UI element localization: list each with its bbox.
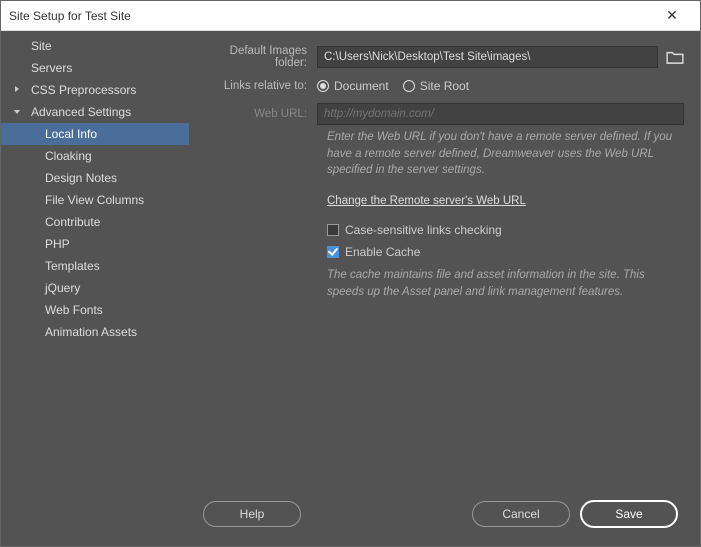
label-case-sensitive: Case-sensitive links checking [345, 223, 502, 237]
radio-site-root-label: Site Root [420, 79, 469, 93]
label-enable-cache: Enable Cache [345, 245, 420, 259]
sidebar-item-site[interactable]: Site [1, 35, 189, 57]
web-url-input [317, 103, 684, 125]
sidebar-item-contribute[interactable]: Contribute [1, 211, 189, 233]
radio-site-root[interactable]: Site Root [403, 79, 469, 93]
row-enable-cache: Enable Cache [197, 245, 684, 259]
change-remote-url-link[interactable]: Change the Remote server's Web URL [327, 195, 526, 207]
spacer [197, 314, 684, 496]
sidebar-item-servers[interactable]: Servers [1, 57, 189, 79]
radio-dot-icon [317, 80, 329, 92]
radio-document-label: Document [334, 79, 389, 93]
web-url-help-text: Enter the Web URL if you don't have a re… [197, 129, 684, 179]
links-relative-radios: Document Site Root [317, 79, 469, 93]
cache-help-text: The cache maintains file and asset infor… [197, 267, 684, 300]
sidebar: Site Servers CSS Preprocessors Advanced … [1, 31, 189, 546]
sidebar-item-templates[interactable]: Templates [1, 255, 189, 277]
row-web-url: Web URL: [197, 103, 684, 125]
close-icon[interactable]: ✕ [652, 7, 692, 24]
sidebar-item-cloaking[interactable]: Cloaking [1, 145, 189, 167]
row-default-images: Default Images folder: [197, 45, 684, 69]
checkbox-case-sensitive[interactable] [327, 224, 339, 236]
save-button[interactable]: Save [580, 500, 678, 528]
label-web-url: Web URL: [197, 108, 317, 120]
default-images-input[interactable] [317, 46, 658, 68]
sidebar-item-css-preprocessors[interactable]: CSS Preprocessors [1, 79, 189, 101]
radio-dot-icon [403, 80, 415, 92]
sidebar-item-jquery[interactable]: jQuery [1, 277, 189, 299]
help-button[interactable]: Help [203, 501, 301, 527]
row-case-sensitive: Case-sensitive links checking [197, 223, 684, 237]
sidebar-item-web-fonts[interactable]: Web Fonts [1, 299, 189, 321]
main-panel: Default Images folder: Links relative to… [189, 31, 700, 546]
sidebar-item-file-view-columns[interactable]: File View Columns [1, 189, 189, 211]
sidebar-item-advanced-settings[interactable]: Advanced Settings [1, 101, 189, 123]
row-change-remote-url: Change the Remote server's Web URL [197, 193, 684, 207]
titlebar: Site Setup for Test Site ✕ [1, 1, 700, 31]
cancel-button[interactable]: Cancel [472, 501, 570, 527]
row-links-relative: Links relative to: Document Site Root [197, 79, 684, 93]
sidebar-item-design-notes[interactable]: Design Notes [1, 167, 189, 189]
dialog-title: Site Setup for Test Site [9, 9, 652, 23]
footer: Help Cancel Save [197, 496, 684, 534]
dialog-body: Site Servers CSS Preprocessors Advanced … [1, 31, 700, 546]
dialog-window: Site Setup for Test Site ✕ Site Servers … [0, 0, 701, 547]
sidebar-item-local-info[interactable]: Local Info [1, 123, 189, 145]
label-default-images: Default Images folder: [197, 45, 317, 69]
checkbox-enable-cache[interactable] [327, 246, 339, 258]
browse-folder-icon[interactable] [666, 50, 684, 64]
label-links-relative: Links relative to: [197, 80, 317, 92]
sidebar-item-animation-assets[interactable]: Animation Assets [1, 321, 189, 343]
radio-document[interactable]: Document [317, 79, 389, 93]
sidebar-item-php[interactable]: PHP [1, 233, 189, 255]
